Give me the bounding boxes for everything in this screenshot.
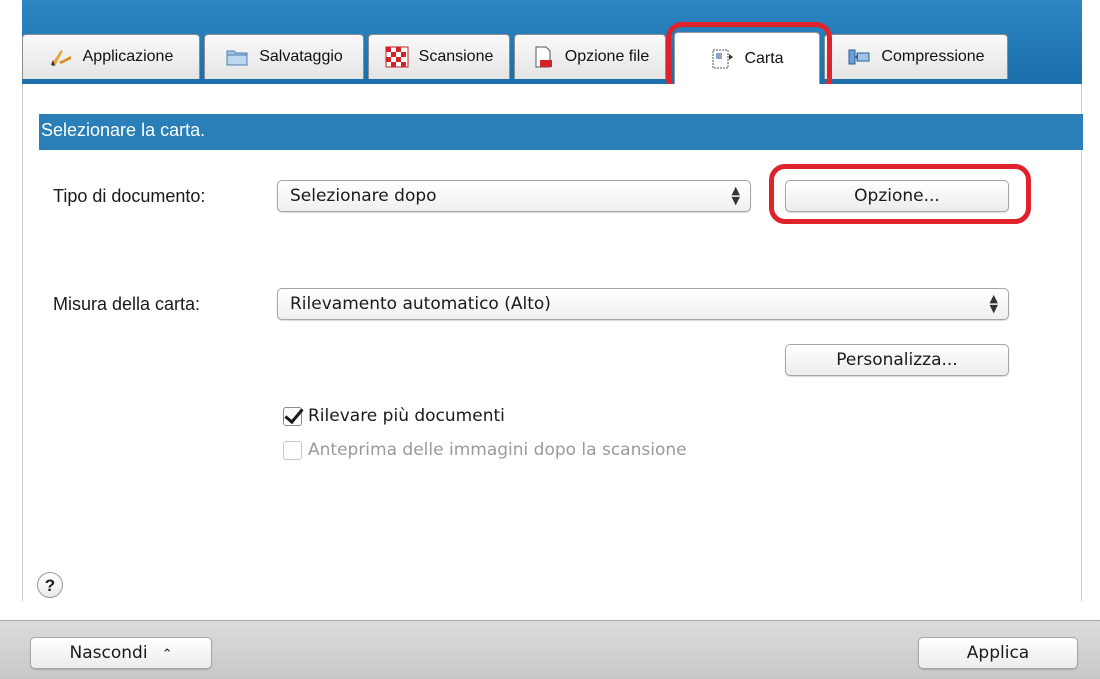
document-type-label: Tipo di documento:	[53, 186, 206, 206]
tab-compressione[interactable]: Compressione	[824, 34, 1008, 79]
tab-label: Salvataggio	[259, 48, 343, 65]
tab-label: Scansione	[418, 48, 494, 65]
bottom-bar: Nascondi ⌃ Applica	[0, 620, 1100, 679]
tab-salvataggio[interactable]: Salvataggio	[204, 34, 364, 79]
scan-settings-window: Applicazione Salvataggio Scansione Opzio…	[0, 0, 1100, 679]
apply-button[interactable]: Applica	[918, 637, 1078, 669]
preview-checkbox: Anteprima delle immagini dopo la scansio…	[283, 440, 687, 460]
checkbox-unchecked-icon	[283, 440, 302, 460]
hide-button-label: Nascondi	[69, 643, 148, 663]
tab-label: Carta	[744, 49, 784, 67]
help-button[interactable]: ?	[37, 572, 63, 598]
tab-bar: Applicazione Salvataggio Scansione Opzio…	[22, 0, 1082, 84]
settings-panel: Selezionare la carta. Tipo di documento:…	[22, 84, 1083, 601]
option-button[interactable]: Opzione...	[785, 180, 1009, 212]
paper-size-select[interactable]: Rilevamento automatico (Alto) ▲ ▼	[277, 288, 1009, 320]
checkbox-checked-icon[interactable]	[283, 406, 302, 426]
paper-size-label: Misura della carta:	[53, 294, 201, 314]
stepper-icon: ▲ ▼	[989, 292, 998, 315]
chevron-up-icon: ⌃	[161, 647, 173, 662]
file-icon	[531, 46, 555, 68]
tab-label: Applicazione	[82, 48, 174, 65]
pencil-icon	[49, 46, 73, 68]
section-title: Selezionare la carta.	[39, 114, 1083, 150]
compress-icon	[847, 46, 871, 68]
customize-button[interactable]: Personalizza...	[785, 344, 1009, 376]
tab-label: Opzione file	[564, 48, 650, 65]
preview-label: Anteprima delle immagini dopo la scansio…	[308, 440, 687, 460]
tab-opzione-file[interactable]: Opzione file	[514, 34, 666, 79]
stepper-icon: ▲ ▼	[731, 184, 740, 207]
checker-icon	[385, 46, 409, 68]
tab-scansione[interactable]: Scansione	[368, 34, 510, 79]
document-type-select[interactable]: Selezionare dopo ▲ ▼	[277, 180, 751, 212]
paper-icon	[710, 48, 734, 70]
paper-size-value: Rilevamento automatico (Alto)	[290, 294, 551, 314]
hide-button[interactable]: Nascondi ⌃	[30, 637, 212, 669]
tab-carta[interactable]: Carta	[674, 32, 820, 84]
multifeed-checkbox[interactable]: Rilevare più documenti	[283, 406, 505, 426]
document-type-value: Selezionare dopo	[290, 186, 437, 206]
tab-applicazione[interactable]: Applicazione	[22, 34, 200, 79]
folder-icon	[225, 46, 249, 68]
tab-label: Compressione	[881, 48, 985, 65]
multifeed-label: Rilevare più documenti	[308, 406, 505, 426]
